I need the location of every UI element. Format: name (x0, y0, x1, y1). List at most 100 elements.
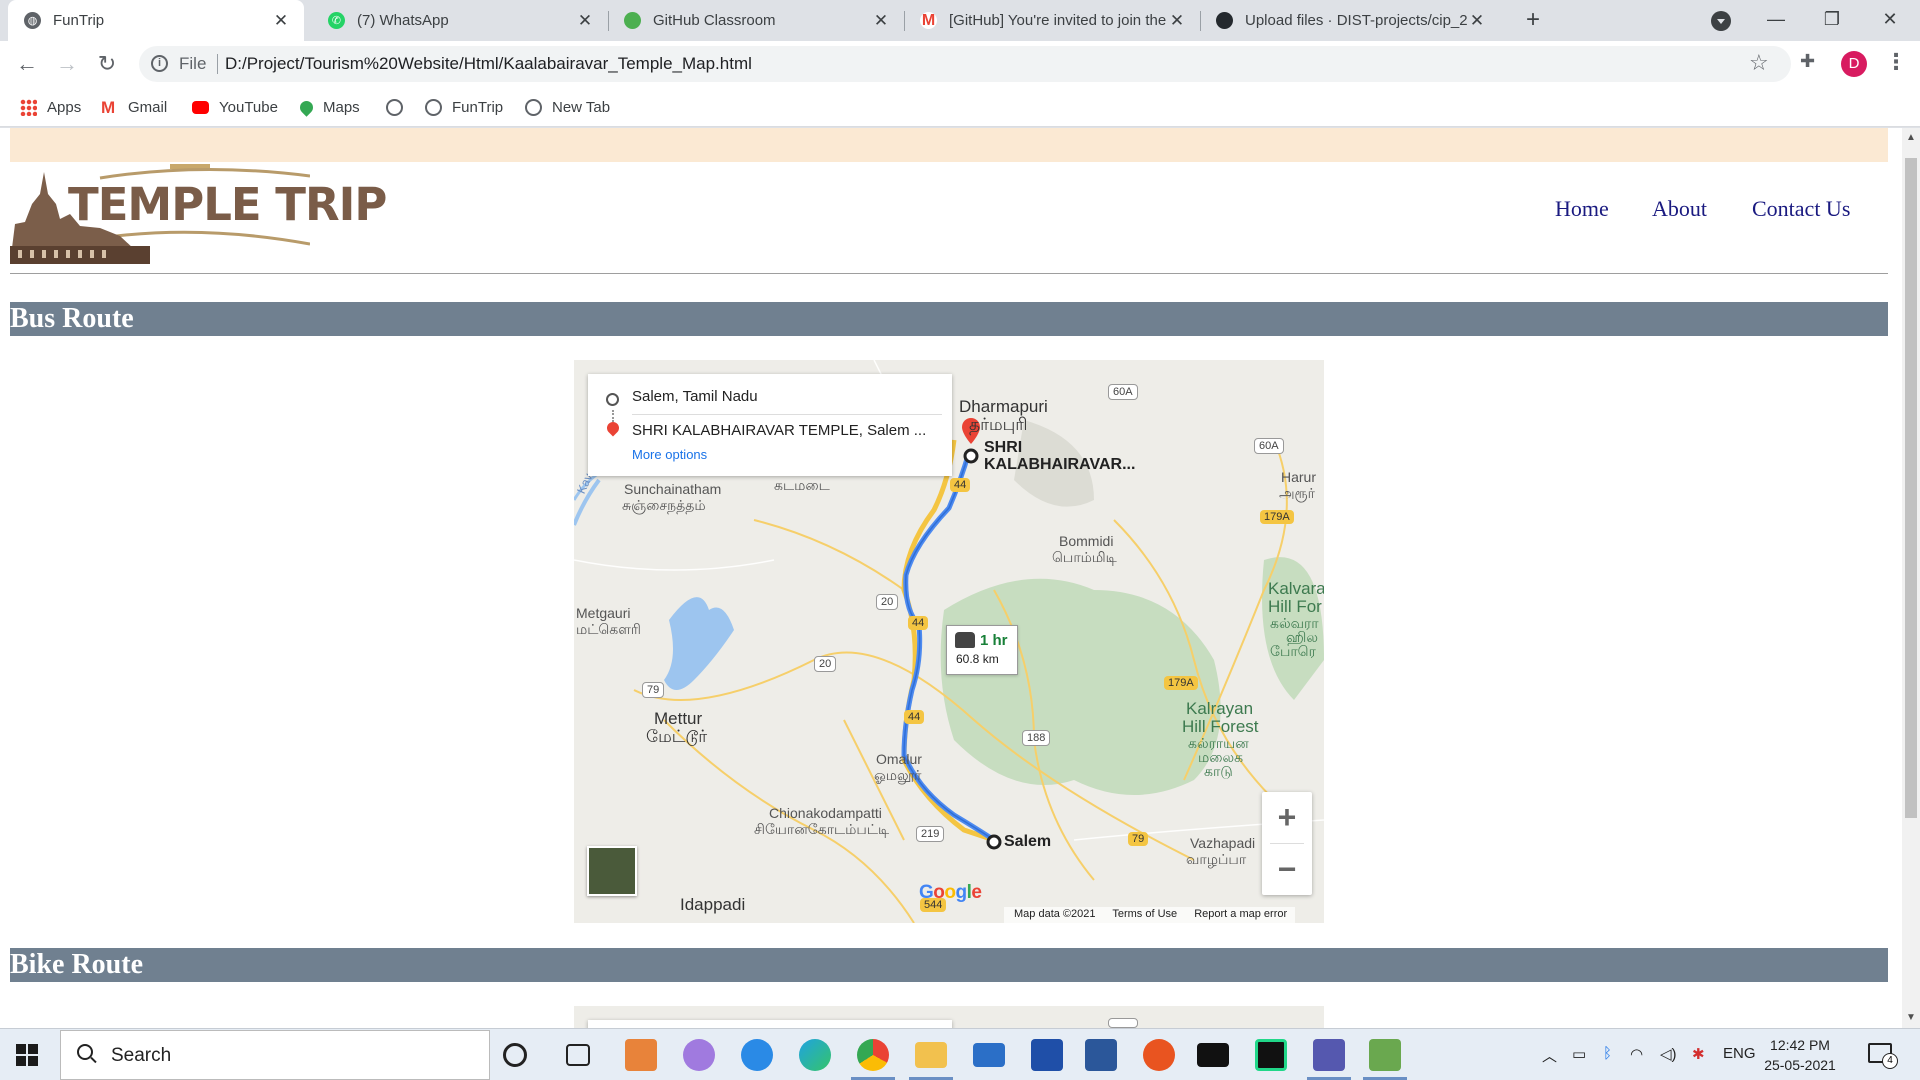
bookmark-maps[interactable]: Maps (297, 95, 360, 119)
state-highway-shield (1108, 1018, 1138, 1028)
tab-funtrip[interactable]: ◍ FunTrip ✕ (8, 0, 304, 41)
word-icon[interactable] (1085, 1039, 1117, 1071)
highway-shield: 79 (1128, 832, 1149, 846)
notification-center-icon[interactable]: 4 (1868, 1043, 1898, 1069)
new-tab-button[interactable]: + (1519, 6, 1547, 34)
file-explorer-icon[interactable] (915, 1042, 947, 1068)
scroll-up-arrow-icon[interactable]: ▲ (1906, 132, 1916, 143)
highway-shield: 44 (904, 710, 925, 724)
bookmark-globe[interactable] (386, 95, 413, 119)
bookmark-label: YouTube (219, 98, 278, 116)
close-window-button[interactable]: ✕ (1862, 0, 1918, 41)
directions-card[interactable]: Salem, Tamil Nadu SHRI KALABHAIRAVAR TEM… (588, 374, 952, 476)
address-bar[interactable]: i File D:/Project/Tourism%20Website/Html… (139, 46, 1791, 82)
antivirus-icon[interactable]: ✱ (1692, 1045, 1705, 1063)
url-text[interactable]: D:/Project/Tourism%20Website/Html/Kaalab… (225, 54, 752, 74)
teams-icon[interactable] (1313, 1039, 1345, 1071)
forward-arrow-icon[interactable]: → (53, 50, 81, 78)
sublime-icon[interactable] (625, 1039, 657, 1071)
mail-icon[interactable] (973, 1043, 1005, 1067)
directions-card[interactable] (588, 1020, 952, 1028)
tab-whatsapp[interactable]: ✆ (7) WhatsApp ✕ (312, 0, 608, 41)
pycharm-icon[interactable] (1255, 1039, 1287, 1071)
taskbar-clock[interactable]: 12:42 PM 25-05-2021 (1752, 1035, 1848, 1075)
nav-contact-link[interactable]: Contact Us (1752, 196, 1850, 222)
tab-gmail-invite[interactable]: M [GitHub] You're invited to join the ✕ (904, 0, 1200, 41)
route-map-bus[interactable]: Dharmapuri தர்மபுரி SHRI KALABHAIRAVAR..… (574, 360, 1324, 923)
volume-icon[interactable]: ◁) (1660, 1045, 1677, 1063)
site-info-icon[interactable]: i (151, 55, 168, 72)
route-duration-box[interactable]: 1 hr 60.8 km (946, 625, 1018, 675)
wifi-icon[interactable]: ◠ (1630, 1045, 1643, 1063)
map-label: காடு (1204, 763, 1233, 779)
map-label: Idappadi (680, 895, 746, 914)
tab-upload-files[interactable]: Upload files · DIST-projects/cip_2 ✕ (1200, 0, 1500, 41)
map-label: Metgauri (576, 605, 631, 621)
task-view-icon[interactable] (566, 1044, 590, 1066)
more-options-link[interactable]: More options (632, 447, 707, 462)
route-map-bike[interactable] (574, 1006, 1324, 1028)
windows-start-icon[interactable] (16, 1044, 38, 1066)
scroll-down-arrow-icon[interactable]: ▼ (1906, 1012, 1916, 1023)
satellite-toggle-button[interactable] (587, 846, 637, 896)
extensions-puzzle-icon[interactable]: ✚ (1800, 51, 1815, 72)
search-placeholder: Search (111, 1045, 172, 1066)
url-scheme: File (179, 54, 207, 73)
taskbar-search[interactable]: Search (60, 1030, 490, 1080)
terminal-icon[interactable] (1197, 1043, 1229, 1067)
tab-github-classroom[interactable]: GitHub Classroom ✕ (608, 0, 904, 41)
terms-link[interactable]: Terms of Use (1112, 908, 1177, 920)
bookmark-apps[interactable]: Apps (20, 95, 81, 119)
ubuntu-icon[interactable] (1143, 1039, 1175, 1071)
report-error-link[interactable]: Report a map error (1194, 908, 1287, 920)
cortana-icon[interactable] (503, 1043, 527, 1067)
image-viewer-icon[interactable] (1369, 1039, 1401, 1071)
edge-icon[interactable] (799, 1039, 831, 1071)
close-tab-icon[interactable]: ✕ (1468, 11, 1486, 31)
nav-about-link[interactable]: About (1652, 196, 1707, 222)
zoom-out-button[interactable]: − (1262, 844, 1312, 894)
map-label: Hill For (1268, 597, 1322, 616)
close-tab-icon[interactable]: ✕ (1168, 11, 1186, 31)
back-arrow-icon[interactable]: ← (13, 50, 41, 78)
close-tab-icon[interactable]: ✕ (576, 11, 594, 31)
more-menu-icon[interactable]: ⋮ (1885, 49, 1907, 75)
tab-search-icon[interactable] (1711, 11, 1731, 31)
windows-taskbar: Search ︿ ▭ ᛒ ◠ ◁) ✱ ENG 12:42 PM 25-05-2… (0, 1028, 1920, 1080)
chrome-icon[interactable] (857, 1039, 889, 1071)
apps-grid-icon (20, 98, 37, 116)
minimize-button[interactable]: — (1748, 0, 1804, 41)
nav-home-link[interactable]: Home (1555, 196, 1609, 222)
paint-3d-icon[interactable] (683, 1039, 715, 1071)
maps-pin-icon (297, 97, 316, 117)
bookmark-label: Gmail (128, 98, 168, 116)
language-indicator[interactable]: ENG (1723, 1045, 1756, 1062)
tab-title: GitHub Classroom (653, 12, 776, 29)
close-tab-icon[interactable]: ✕ (872, 11, 890, 31)
reload-icon[interactable]: ↻ (93, 50, 121, 78)
header-divider (10, 273, 1888, 274)
battery-icon[interactable]: ▭ (1572, 1045, 1586, 1063)
map-label: Salem (1004, 833, 1052, 850)
bookmark-gmail[interactable]: M Gmail (101, 95, 167, 119)
bookmark-funtrip[interactable]: FunTrip (425, 95, 503, 119)
bookmark-youtube[interactable]: YouTube (192, 95, 278, 119)
restore-button[interactable]: ❐ (1804, 0, 1860, 41)
page-scrollbar[interactable]: ▲ ▼ (1902, 128, 1920, 1028)
bookmark-label: Maps (323, 98, 360, 116)
close-tab-icon[interactable]: ✕ (272, 11, 290, 31)
sync-app-icon[interactable] (741, 1039, 773, 1071)
map-label: SHRI (984, 439, 1023, 456)
zoom-in-button[interactable]: + (1262, 792, 1312, 842)
scrollbar-thumb[interactable] (1905, 158, 1917, 818)
globe-icon (386, 98, 403, 116)
tray-chevron-icon[interactable]: ︿ (1542, 1045, 1557, 1066)
bookmark-new-tab[interactable]: New Tab (525, 95, 610, 119)
profile-avatar[interactable]: D (1841, 51, 1867, 77)
map-label: Hill Forest (1182, 717, 1259, 736)
mathworks-icon[interactable] (1031, 1039, 1063, 1071)
state-highway-shield: 20 (876, 594, 899, 610)
map-label: மேட்டூர் (646, 727, 708, 746)
bluetooth-icon[interactable]: ᛒ (1603, 1045, 1612, 1062)
bookmark-star-icon[interactable]: ☆ (1749, 50, 1769, 76)
